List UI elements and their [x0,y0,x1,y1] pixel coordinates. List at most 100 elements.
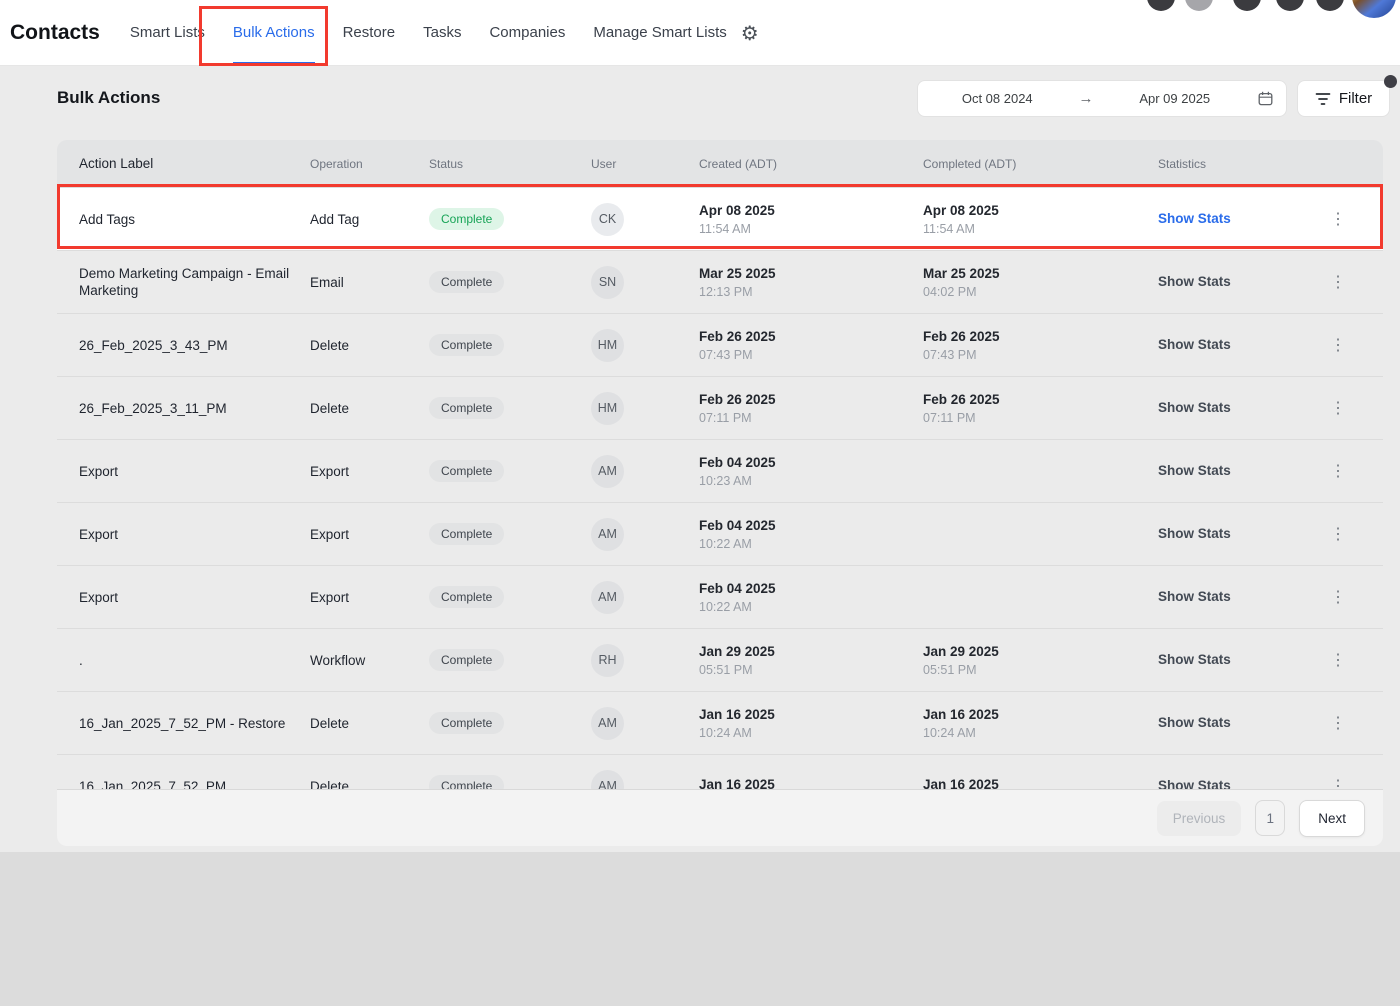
column-header: User [591,157,699,171]
action-label: Export [57,589,310,606]
tab-tasks[interactable]: Tasks [423,0,461,65]
show-stats-link[interactable]: Show Stats [1158,589,1231,604]
created-date: Feb 26 2025 [699,392,923,407]
status-badge: Complete [429,586,504,608]
completed-date: Jan 16 2025 [923,777,1158,790]
table-row: 16_Jan_2025_7_52_PM - Restore Delete Com… [57,691,1383,754]
show-stats-link[interactable]: Show Stats [1158,337,1231,352]
created-time: 12:13 PM [699,285,923,299]
filter-button-label: Filter [1339,90,1372,107]
kebab-menu-icon[interactable]: ⋮ [1324,650,1352,670]
arrow-right-icon: → [1077,90,1096,107]
completed-date: Mar 25 2025 [923,266,1158,281]
status-badge: Complete [429,712,504,734]
tab-companies[interactable]: Companies [489,0,565,65]
created-time: 07:11 PM [699,411,923,425]
kebab-menu-icon[interactable]: ⋮ [1324,776,1352,789]
column-header: Created (ADT) [699,157,923,171]
kebab-menu-icon[interactable]: ⋮ [1324,587,1352,607]
user-initials-avatar: SN [591,266,624,299]
table-header-row: Action Label Operation Status User Creat… [57,140,1383,187]
show-stats-link[interactable]: Show Stats [1158,778,1231,789]
header-tabs: Smart Lists Bulk Actions Restore Tasks Compa… [130,0,727,65]
operation-label: Delete [310,715,429,732]
operation-label: Add Tag [310,211,429,228]
status-badge: Complete [429,271,504,293]
show-stats-link[interactable]: Show Stats [1158,526,1231,541]
column-header: Completed (ADT) [923,157,1158,171]
kebab-menu-icon[interactable]: ⋮ [1324,209,1352,229]
kebab-menu-icon[interactable]: ⋮ [1324,398,1352,418]
completed-date: Feb 26 2025 [923,392,1158,407]
kebab-menu-icon[interactable]: ⋮ [1324,524,1352,544]
created-time: 10:22 AM [699,537,923,551]
content-area: Bulk Actions Oct 08 2024 → Apr 09 2025 F… [0,66,1400,1006]
date-range-picker[interactable]: Oct 08 2024 → Apr 09 2025 [917,80,1287,117]
created-date: Mar 25 2025 [699,266,923,281]
completed-date: Feb 26 2025 [923,329,1158,344]
filter-button[interactable]: Filter [1297,80,1390,117]
kebab-menu-icon[interactable]: ⋮ [1324,335,1352,355]
show-stats-link[interactable]: Show Stats [1158,274,1231,289]
column-header: Status [429,157,591,171]
operation-label: Export [310,526,429,543]
show-stats-link[interactable]: Show Stats [1158,652,1231,667]
completed-date: Apr 08 2025 [923,203,1158,218]
operation-label: Email [310,274,429,291]
page-title: Bulk Actions [57,88,160,108]
status-badge: Complete [429,334,504,356]
status-badge: Complete [429,397,504,419]
show-stats-link[interactable]: Show Stats [1158,463,1231,478]
previous-page-button[interactable]: Previous [1157,801,1242,836]
table-row: Export Export Complete AM Feb 04 2025 10… [57,439,1383,502]
next-page-button[interactable]: Next [1299,800,1365,837]
table-row: Demo Marketing Campaign - Email Marketin… [57,250,1383,313]
calendar-icon [1254,91,1286,106]
show-stats-link[interactable]: Show Stats [1158,715,1231,730]
status-badge: Complete [429,775,504,789]
tab-bulk-actions[interactable]: Bulk Actions [233,0,315,65]
kebab-menu-icon[interactable]: ⋮ [1324,461,1352,481]
action-label: . [57,652,310,669]
tab-manage-smart-lists[interactable]: Manage Smart Lists [593,0,726,65]
user-initials-avatar: CK [591,203,624,236]
kebab-menu-icon[interactable]: ⋮ [1324,272,1352,292]
operation-label: Delete [310,400,429,417]
table-row: Add Tags Add Tag Complete CK Apr 08 2025… [57,187,1383,250]
action-label: Demo Marketing Campaign - Email Marketin… [57,265,310,299]
operation-label: Delete [310,337,429,354]
created-time: 10:23 AM [699,474,923,488]
gear-icon[interactable]: ⚙ [741,0,759,65]
status-badge: Complete [429,460,504,482]
table-body: Add Tags Add Tag Complete CK Apr 08 2025… [57,187,1383,789]
table-row: Export Export Complete AM Feb 04 2025 10… [57,565,1383,628]
user-initials-avatar: AM [591,770,624,790]
show-stats-link[interactable]: Show Stats [1158,400,1231,415]
user-initials-avatar: AM [591,455,624,488]
created-date: Jan 29 2025 [699,644,923,659]
created-time: 11:54 AM [699,222,923,236]
created-date: Jan 16 2025 [699,777,923,790]
bulk-actions-table: Action Label Operation Status User Creat… [57,140,1383,846]
table-row: . Workflow Complete RH Jan 29 2025 05:51… [57,628,1383,691]
app-header: Contacts Smart ListsBulk ActionsRestoreT… [0,0,1400,66]
date-end[interactable]: Apr 09 2025 [1096,91,1255,106]
page-number-button[interactable]: 1 [1255,800,1285,836]
action-label: 16_Jan_2025_7_52_PM - Restore [57,715,310,732]
operation-label: Delete [310,778,429,790]
created-time: 07:43 PM [699,348,923,362]
user-initials-avatar: AM [591,518,624,551]
show-stats-link[interactable]: Show Stats [1158,211,1231,226]
operation-label: Workflow [310,652,429,669]
created-date: Feb 04 2025 [699,518,923,533]
action-label: Add Tags [57,211,310,228]
kebab-menu-icon[interactable]: ⋮ [1324,713,1352,733]
status-badge: Complete [429,523,504,545]
date-start[interactable]: Oct 08 2024 [918,91,1077,106]
status-badge: Complete [429,649,504,671]
tab-restore[interactable]: Restore [343,0,396,65]
completed-time: 11:54 AM [923,222,1158,236]
user-initials-avatar: RH [591,644,624,677]
created-date: Feb 04 2025 [699,581,923,596]
tab-smart-lists[interactable]: Smart Lists [130,0,205,65]
